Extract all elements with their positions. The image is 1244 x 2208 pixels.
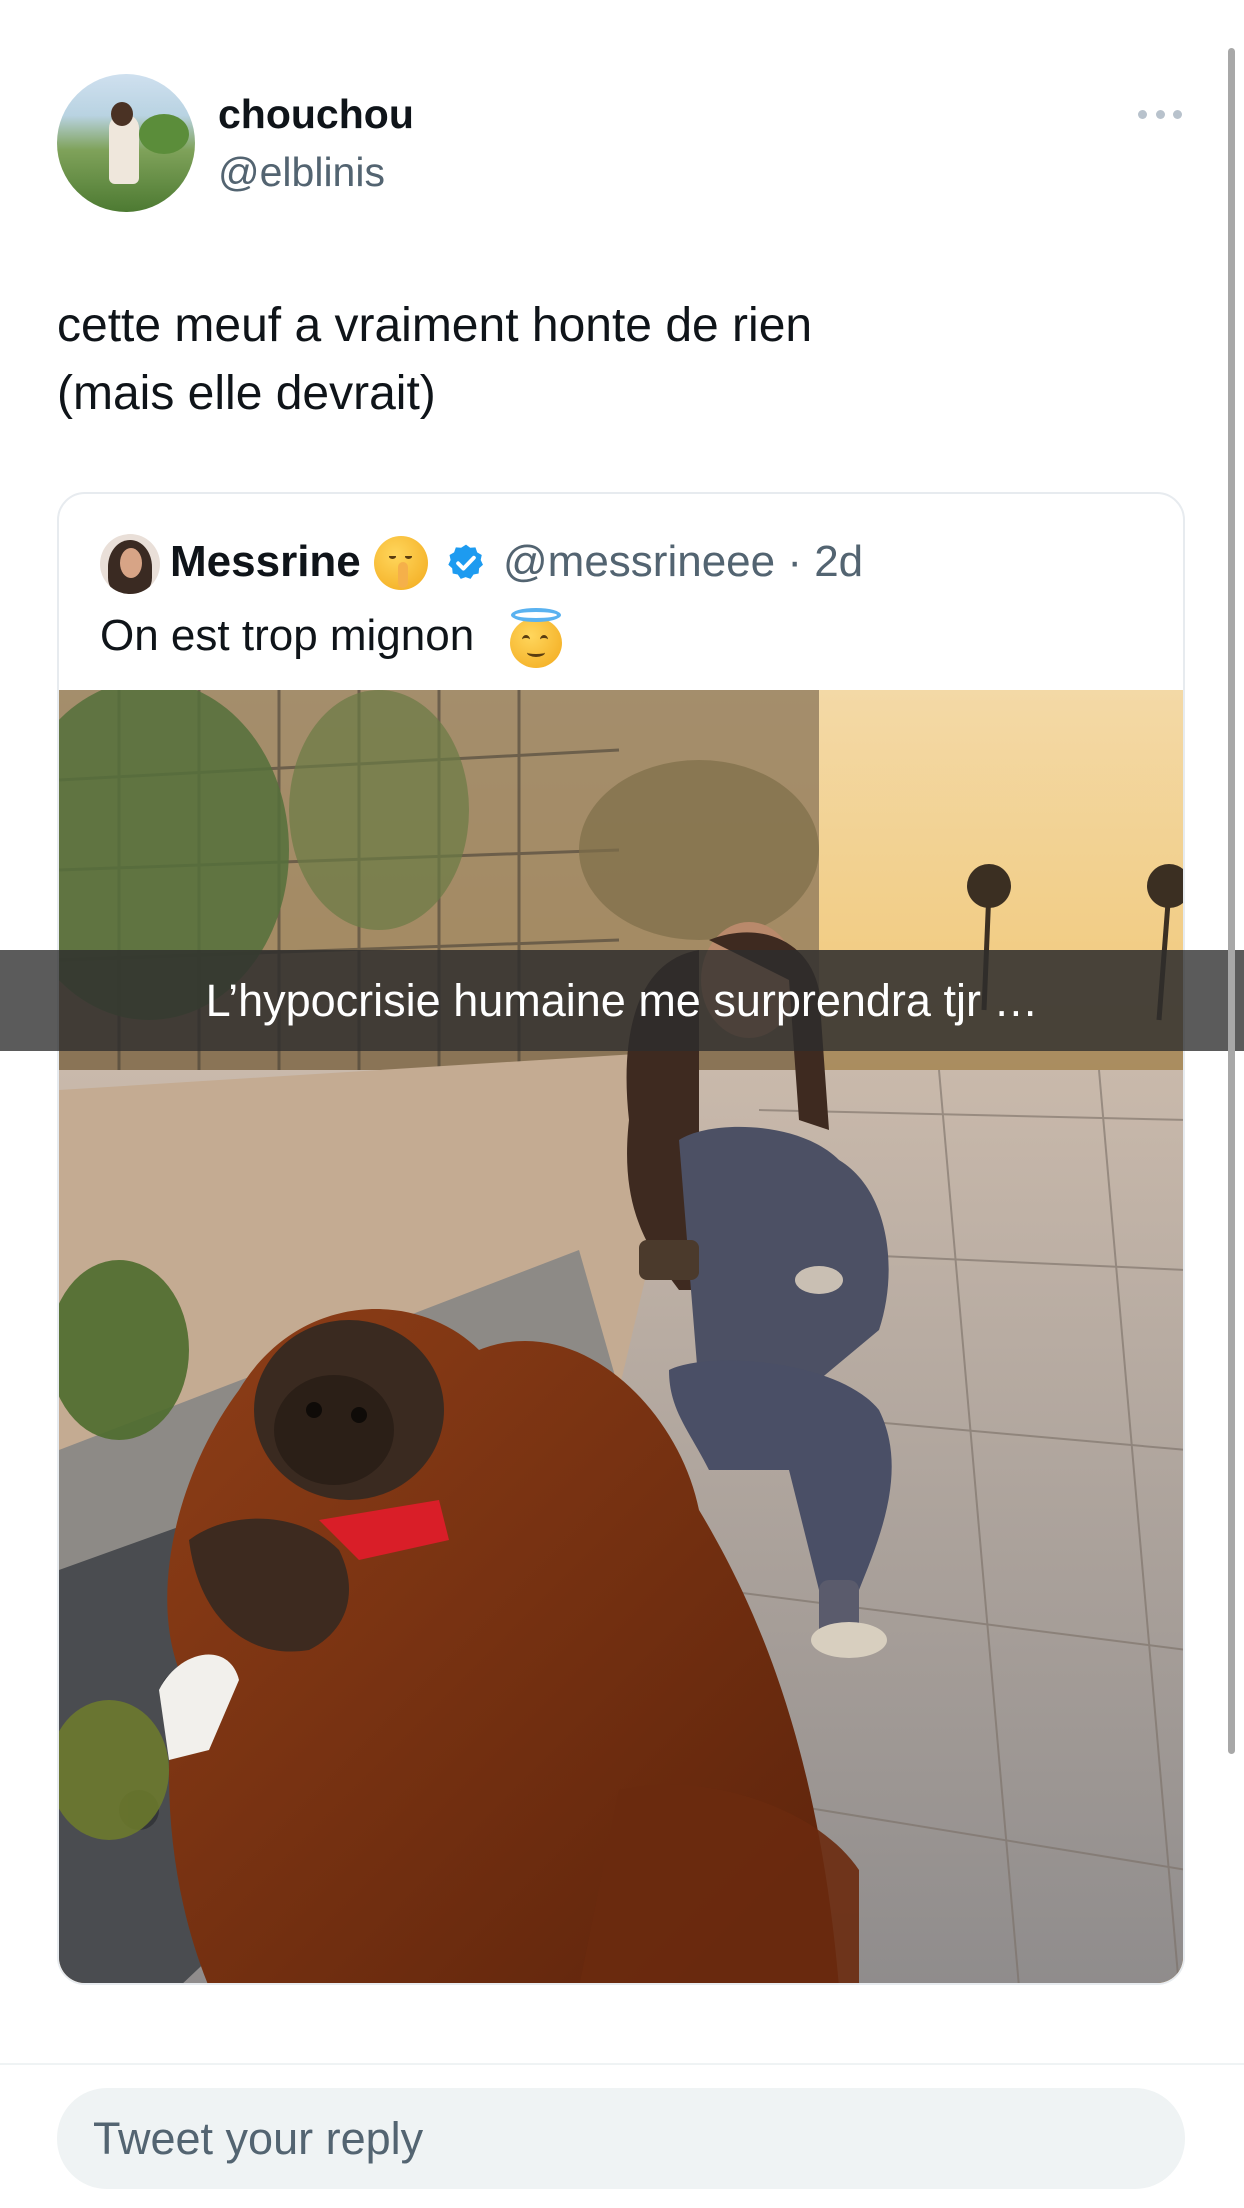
emoji-face bbox=[510, 618, 562, 668]
verified-badge-icon bbox=[448, 544, 483, 579]
smiling-face-with-halo-emoji-icon bbox=[507, 608, 565, 668]
author-handle[interactable]: @elblinis bbox=[218, 148, 385, 196]
quoted-author-name[interactable]: Messrine bbox=[170, 532, 361, 592]
emoji-finger bbox=[398, 562, 408, 588]
reply-divider bbox=[0, 2063, 1244, 2065]
quoted-author-handle-time[interactable]: @messrineee · 2d bbox=[503, 532, 863, 592]
photo-overlay-caption: L’hypocrisie humaine me surprendra tjr … bbox=[205, 974, 1039, 1026]
quoted-tweet-photo[interactable] bbox=[59, 690, 1183, 1983]
more-options-icon[interactable] bbox=[1138, 104, 1182, 124]
more-dot bbox=[1138, 109, 1147, 119]
author-display-name[interactable]: chouchou bbox=[218, 90, 414, 138]
more-dot bbox=[1155, 109, 1165, 119]
photo-illustration bbox=[59, 690, 1183, 1983]
quoted-tweet-text: On est trop mignon bbox=[100, 611, 475, 660]
quoted-author-avatar[interactable] bbox=[100, 534, 160, 594]
reply-input[interactable] bbox=[57, 2088, 1185, 2189]
emoji-halo-ring bbox=[511, 608, 561, 622]
shushing-face-emoji-icon bbox=[374, 536, 428, 590]
quoted-tweet-card[interactable]: Messrine @messrineee · 2d On est trop mi… bbox=[57, 492, 1185, 1985]
quoted-avatar-face bbox=[120, 548, 142, 578]
emoji-eye bbox=[389, 554, 396, 559]
avatar-figure-head bbox=[111, 102, 133, 126]
scrollbar[interactable] bbox=[1228, 48, 1235, 1754]
avatar-tree-shape bbox=[139, 114, 189, 154]
avatar[interactable] bbox=[57, 74, 195, 212]
tweet-text: cette meuf a vraiment honte de rien (mai… bbox=[57, 299, 813, 420]
emoji-eye bbox=[405, 554, 412, 559]
emoji-mouth bbox=[527, 648, 545, 657]
photo-overlay-caption-bar: L’hypocrisie humaine me surprendra tjr … bbox=[0, 950, 1244, 1051]
more-dot bbox=[1173, 109, 1182, 119]
